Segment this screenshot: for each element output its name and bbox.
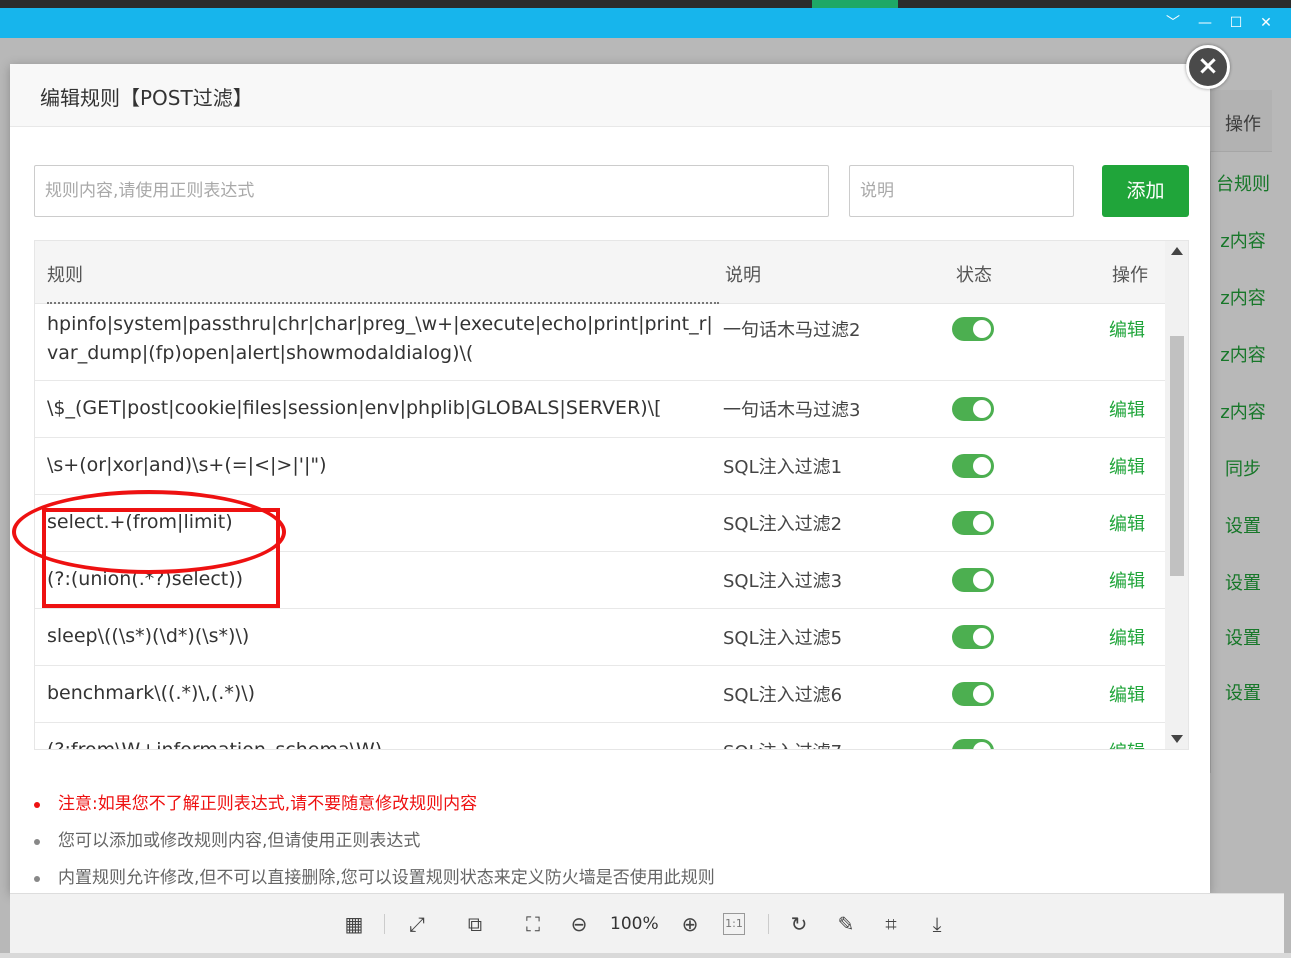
description-cell: SQL注入过滤5: [723, 628, 843, 649]
rule-content-input[interactable]: [34, 165, 829, 217]
image-viewer-toolbar: ▦ ⤢ ⧉ ⛶ ⊖ 100% ⊕ 1:1 ↻ ✎ ⌗ ⤓: [10, 893, 1284, 953]
outer-tab-indicator: [812, 0, 898, 8]
minimize-icon[interactable]: —: [1195, 13, 1215, 33]
status-toggle[interactable]: [952, 454, 994, 478]
table-row: (?:from\W+information_schema\W) SQL注入过滤7 编…: [35, 723, 1165, 750]
description-cell: 一句话木马过滤2: [723, 320, 861, 341]
status-toggle[interactable]: [952, 739, 994, 749]
edit-icon[interactable]: ✎: [832, 910, 860, 938]
status-toggle[interactable]: [952, 625, 994, 649]
toggle-knob: [973, 685, 991, 703]
edit-link[interactable]: 编辑: [1109, 624, 1145, 650]
description-cell: SQL注入过滤3: [723, 571, 843, 592]
toggle-knob: [973, 457, 991, 475]
dialog-title: 编辑规则【POST过滤】: [40, 86, 253, 110]
dialog-close-button[interactable]: ×: [1186, 45, 1230, 89]
column-header-rule: 规则: [47, 265, 83, 286]
note-item: 您可以添加或修改规则内容,但请使用正则表达式: [34, 829, 1184, 853]
actual-size-icon[interactable]: 1:1: [723, 913, 745, 935]
note-warning: 注意:如果您不了解正则表达式,请不要随意修改规则内容: [34, 792, 1184, 816]
rule-cell: benchmark\((.*)\,(.*)\): [47, 682, 256, 704]
description-cell: SQL注入过滤1: [723, 457, 843, 478]
column-header-description: 说明: [725, 265, 761, 286]
edit-link[interactable]: 编辑: [1109, 396, 1145, 422]
description-cell: SQL注入过滤6: [723, 685, 843, 706]
rule-cell: \$_(GET|post|cookie|files|session|env|ph…: [47, 397, 662, 419]
layout-icon[interactable]: ▦: [340, 910, 368, 938]
edit-link[interactable]: 编辑: [1109, 681, 1145, 707]
table-row: benchmark\((.*)\,(.*)\) SQL注入过滤6 编辑: [35, 666, 1165, 723]
zoom-in-icon[interactable]: ⊕: [676, 910, 704, 938]
outer-top-bar: [0, 0, 1291, 8]
toggle-knob: [973, 742, 991, 749]
status-toggle[interactable]: [952, 397, 994, 421]
scroll-thumb[interactable]: [1170, 336, 1184, 576]
window-titlebar: ﹀ — ☐ ✕: [0, 8, 1291, 38]
rules-table-header: 规则 说明 状态 操作: [35, 241, 1165, 304]
translate-icon[interactable]: ⧉: [461, 910, 489, 938]
edit-link[interactable]: 编辑: [1109, 510, 1145, 536]
dialog-header: 编辑规则【POST过滤】: [10, 64, 1210, 127]
rule-description-input[interactable]: [849, 165, 1074, 217]
description-cell: 一句话木马过滤3: [723, 400, 861, 421]
table-row: hpinfo|system|passthru|chr|char|preg_\w+…: [35, 304, 1165, 381]
column-header-status: 状态: [956, 265, 992, 286]
download-icon[interactable]: ⤓: [923, 910, 951, 938]
column-header-action: 操作: [1112, 265, 1148, 286]
table-row: \$_(GET|post|cookie|files|session|env|ph…: [35, 381, 1165, 438]
table-row: \s+(or|xor|and)\s+(=|<|>|'|") SQL注入过滤1 编辑: [35, 438, 1165, 495]
zoom-out-icon[interactable]: ⊖: [565, 910, 593, 938]
toolbar-divider: [768, 914, 769, 934]
annotation-rectangle: [42, 508, 280, 608]
toolbar-divider: [384, 914, 385, 934]
table-row: sleep\((\s*)(\d*)(\s*)\) SQL注入过滤5 编辑: [35, 609, 1165, 666]
status-toggle[interactable]: [952, 317, 994, 341]
toggle-knob: [973, 571, 991, 589]
maximize-icon[interactable]: ☐: [1226, 13, 1246, 33]
crop-icon[interactable]: ⌗: [877, 910, 905, 938]
scroll-down-arrow-icon[interactable]: [1171, 735, 1183, 743]
rotate-icon[interactable]: ↻: [785, 910, 813, 938]
toggle-knob: [973, 628, 991, 646]
window-close-icon[interactable]: ✕: [1256, 13, 1276, 33]
scroll-up-arrow-icon[interactable]: [1171, 247, 1183, 255]
status-toggle[interactable]: [952, 568, 994, 592]
clipped-row-edge: [47, 302, 719, 306]
fullscreen-icon[interactable]: ⛶: [519, 910, 547, 938]
fit-icon[interactable]: ⤢: [403, 910, 431, 938]
description-cell: SQL注入过滤7: [723, 738, 842, 749]
add-rule-button[interactable]: 添加: [1102, 165, 1189, 217]
toggle-knob: [973, 514, 991, 532]
table-scrollbar[interactable]: [1165, 241, 1188, 749]
status-toggle[interactable]: [952, 511, 994, 535]
toggle-knob: [973, 320, 991, 338]
edit-link[interactable]: 编辑: [1109, 738, 1145, 749]
edit-link[interactable]: 编辑: [1109, 316, 1145, 342]
description-cell: SQL注入过滤2: [723, 514, 843, 535]
edit-link[interactable]: 编辑: [1109, 453, 1145, 479]
toggle-knob: [973, 400, 991, 418]
zoom-level: 100%: [610, 914, 659, 934]
note-item: 内置规则允许修改,但不可以直接删除,您可以设置规则状态来定义防火墙是否使用此规则: [34, 866, 1184, 890]
edit-link[interactable]: 编辑: [1109, 567, 1145, 593]
rule-cell: (?:from\W+information_schema\W): [47, 739, 383, 750]
edit-rule-dialog: 编辑规则【POST过滤】 添加 hpinfo|system|passthru|c…: [10, 64, 1210, 893]
notes-list: 注意:如果您不了解正则表达式,请不要随意修改规则内容 您可以添加或修改规则内容,…: [34, 792, 1184, 903]
status-toggle[interactable]: [952, 682, 994, 706]
rule-cell: \s+(or|xor|and)\s+(=|<|>|'|"): [47, 454, 327, 476]
collapse-icon[interactable]: ﹀: [1163, 13, 1183, 33]
bottom-strip: [0, 953, 1291, 958]
rule-cell: sleep\((\s*)(\d*)(\s*)\): [47, 625, 250, 647]
rule-cell: hpinfo|system|passthru|chr|char|preg_\w+…: [47, 313, 713, 364]
